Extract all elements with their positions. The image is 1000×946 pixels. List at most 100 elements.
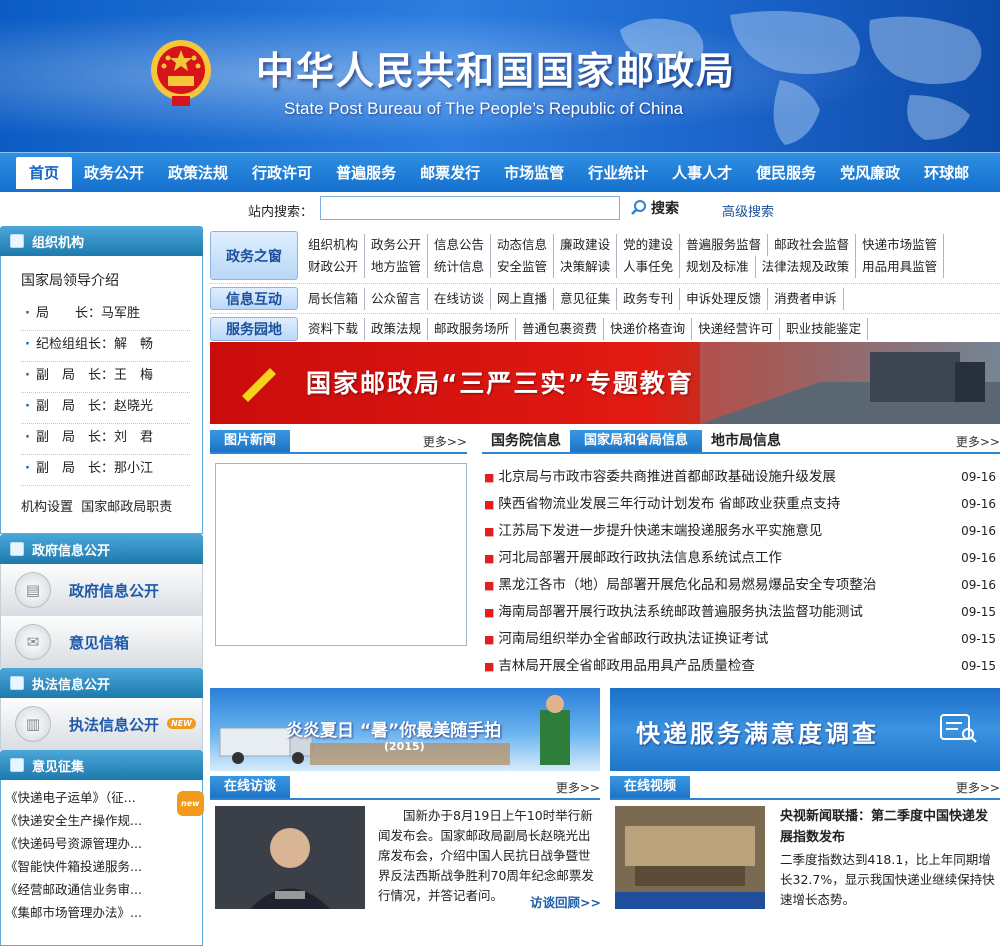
interview-title: 在线访谈 — [210, 776, 291, 798]
opinion-item[interactable]: 《快递码号资源管理办... — [5, 832, 202, 855]
tab-city-info[interactable]: 地市局信息 — [702, 430, 790, 452]
nav-item-policies[interactable]: 政策法规 — [156, 157, 240, 189]
summer-photo-banner[interactable]: 炎炎夏日 “暑”你最美随手拍 (2015) — [210, 688, 600, 771]
leader-item[interactable]: 副 局 长：王 梅 — [21, 362, 190, 393]
opinion-item[interactable]: 《快递电子运单》（征... new — [5, 786, 204, 816]
interview-photo[interactable] — [215, 806, 365, 909]
nav-item-home[interactable]: 首页 — [16, 156, 73, 189]
video-more-link[interactable]: 更多>> — [956, 778, 1000, 798]
quick-link[interactable]: 职业技能鉴定 — [780, 318, 869, 340]
news-item[interactable]: ■ 陕西省物流业发展三年行动计划发布 省邮政业获重点支持 09-16 — [484, 491, 1000, 518]
quick-link[interactable]: 信息公告 — [428, 233, 492, 256]
org-duties-link[interactable]: 国家邮政局职责 — [81, 500, 172, 515]
news-item[interactable]: ■ 黑龙江各市（地）局部署开展危化品和易燃易爆品安全专项整治 09-16 — [484, 572, 1000, 599]
nav-item-hr[interactable]: 人事人才 — [660, 157, 744, 189]
interview-more-link[interactable]: 更多>> — [556, 778, 600, 798]
news-item[interactable]: ■ 河北局部署开展邮政行政执法信息系统试点工作 09-16 — [484, 545, 1000, 572]
quick-link[interactable]: 用品用具监管 — [856, 255, 945, 278]
quick-link[interactable]: 组织机构 — [302, 233, 366, 256]
quick-link[interactable]: 消费者申诉 — [768, 287, 844, 310]
quick-link[interactable]: 党的建设 — [617, 233, 681, 256]
leader-item[interactable]: 副 局 长：赵晓光 — [21, 393, 190, 424]
nav-item-integrity[interactable]: 党风廉政 — [828, 157, 912, 189]
quick-link[interactable]: 廉政建设 — [554, 233, 618, 256]
quick-link[interactable]: 在线访谈 — [428, 287, 492, 310]
nav-item-public-service[interactable]: 便民服务 — [744, 157, 828, 189]
quick-link[interactable]: 决策解读 — [554, 255, 618, 278]
bullet-icon: ■ — [484, 471, 495, 484]
nav-item-government-affairs[interactable]: 政务公开 — [72, 157, 156, 189]
interview-review-link[interactable]: 访谈回顾>> — [530, 892, 601, 911]
nav-item-statistics[interactable]: 行业统计 — [576, 157, 660, 189]
leader-item[interactable]: 副 局 长：刘 君 — [21, 424, 190, 455]
quick-link[interactable]: 普遍服务监督 — [680, 233, 769, 256]
opinion-item[interactable]: 《集邮市场管理办法》... — [5, 901, 202, 924]
video-headline[interactable]: 央视新闻联播：第二季度中国快递发展指数发布 — [780, 806, 998, 848]
quick-link[interactable]: 动态信息 — [491, 233, 555, 256]
news-item[interactable]: ■ 吉林局开展全省邮政用品用具产品质量检查 09-15 — [484, 653, 1000, 680]
opinion-section-title: 意见征集 — [32, 759, 85, 775]
quick-link[interactable]: 地方监管 — [365, 255, 429, 278]
quick-link[interactable]: 邮政社会监督 — [768, 233, 857, 256]
quick-link[interactable]: 快递市场监管 — [856, 233, 945, 256]
quick-link[interactable]: 邮政服务场所 — [428, 318, 517, 340]
news-item[interactable]: ■ 江苏局下发进一步提升快递末端投递服务水平实施意见 09-16 — [484, 518, 1000, 545]
opinion-item[interactable]: 《智能快件箱投递服务... — [5, 855, 202, 878]
video-summary: 二季度指数达到418.1，比上年同期增长32.7%，显示我国快递业继续保持快速增… — [780, 852, 995, 907]
leaders-intro-link[interactable]: 国家局领导介绍 — [1, 270, 202, 300]
gov-info-button[interactable]: ▤ 政府信息公开 — [0, 564, 203, 616]
education-banner[interactable]: 国家邮政局“三严三实”专题教育 — [210, 342, 1000, 424]
news-item[interactable]: ■ 河南局组织举办全省邮政行政执法证换证考试 09-15 — [484, 626, 1000, 653]
news-title: 河北局部署开展邮政行政执法信息系统试点工作 — [498, 550, 782, 566]
quick-link[interactable]: 政务专刊 — [617, 287, 681, 310]
leader-item[interactable]: 局 长：马军胜 — [21, 300, 190, 331]
quick-link[interactable]: 公众留言 — [365, 287, 429, 310]
quick-link[interactable]: 法律法规及政策 — [756, 255, 857, 278]
quick-link[interactable]: 快递经营许可 — [692, 318, 781, 340]
leader-item[interactable]: 副 局 长：那小江 — [21, 455, 190, 486]
bullet-icon: ■ — [484, 552, 495, 565]
opinion-item[interactable]: 《经营邮政通信业务审... — [5, 878, 202, 901]
quick-link[interactable]: 申诉处理反馈 — [680, 287, 769, 310]
quick-link[interactable]: 局长信箱 — [302, 287, 366, 310]
tab-state-council[interactable]: 国务院信息 — [482, 430, 570, 452]
quick-link[interactable]: 意见征集 — [554, 287, 618, 310]
nav-item-universal-service[interactable]: 普遍服务 — [324, 157, 408, 189]
news-item[interactable]: ■ 北京局与市政市容委共商推进首都邮政基础设施升级发展 09-16 — [484, 464, 1000, 491]
quick-link[interactable]: 财政公开 — [302, 255, 366, 278]
search-input[interactable] — [320, 196, 620, 220]
picnews-more-link[interactable]: 更多>> — [423, 432, 467, 452]
news-item[interactable]: ■ 海南局部署开展行政执法系统邮政普遍服务执法监督功能测试 09-15 — [484, 599, 1000, 626]
quick-link[interactable]: 人事任免 — [617, 255, 681, 278]
advanced-search-link[interactable]: 高级搜索 — [722, 201, 774, 220]
interview-summary: 国新办于8月19日上午10时举行新闻发布会。国家邮政局副局长赵晓光出席发布会，介… — [378, 808, 594, 903]
video-thumbnail[interactable] — [615, 806, 765, 909]
nav-item-stamp-issue[interactable]: 邮票发行 — [408, 157, 492, 189]
picnews-title: 图片新闻 — [210, 430, 291, 452]
mailbox-button[interactable]: ✉ 意见信箱 — [0, 616, 203, 668]
quick-link[interactable]: 快递价格查询 — [604, 318, 693, 340]
quick-link[interactable]: 网上直播 — [491, 287, 555, 310]
quick-link[interactable]: 政策法规 — [365, 318, 429, 340]
mailbox-button-label: 意见信箱 — [69, 633, 130, 652]
tab-bureau-info[interactable]: 国家局和省局信息 — [570, 430, 703, 452]
quick-link[interactable]: 资料下载 — [302, 318, 366, 340]
org-section-header: 组织机构 — [0, 226, 203, 256]
opinion-item[interactable]: 《快递安全生产操作规... — [5, 809, 202, 832]
nav-item-global-post[interactable]: 环球邮 — [912, 157, 981, 189]
picnews-image-frame[interactable] — [215, 463, 467, 646]
org-setup-link[interactable]: 机构设置 — [21, 500, 73, 515]
nav-item-market-supervision[interactable]: 市场监管 — [492, 157, 576, 189]
quick-link[interactable]: 安全监管 — [491, 255, 555, 278]
leader-item[interactable]: 纪检组组长：解 畅 — [21, 331, 190, 362]
quick-link[interactable]: 规划及标准 — [680, 255, 756, 278]
nav-item-licensing[interactable]: 行政许可 — [240, 157, 324, 189]
quick-link[interactable]: 统计信息 — [428, 255, 492, 278]
satisfaction-survey-banner[interactable]: 快递服务满意度调查 — [610, 688, 1000, 771]
law-info-button[interactable]: ▥ 执法信息公开 NEW — [0, 698, 203, 750]
quick-link[interactable]: 政务公开 — [365, 233, 429, 256]
search-button[interactable]: 搜索 — [630, 198, 679, 218]
quick-link[interactable]: 普通包裹资费 — [516, 318, 605, 340]
news-more-link[interactable]: 更多>> — [956, 432, 1000, 452]
quick-row-label: 政务之窗 — [210, 231, 298, 280]
